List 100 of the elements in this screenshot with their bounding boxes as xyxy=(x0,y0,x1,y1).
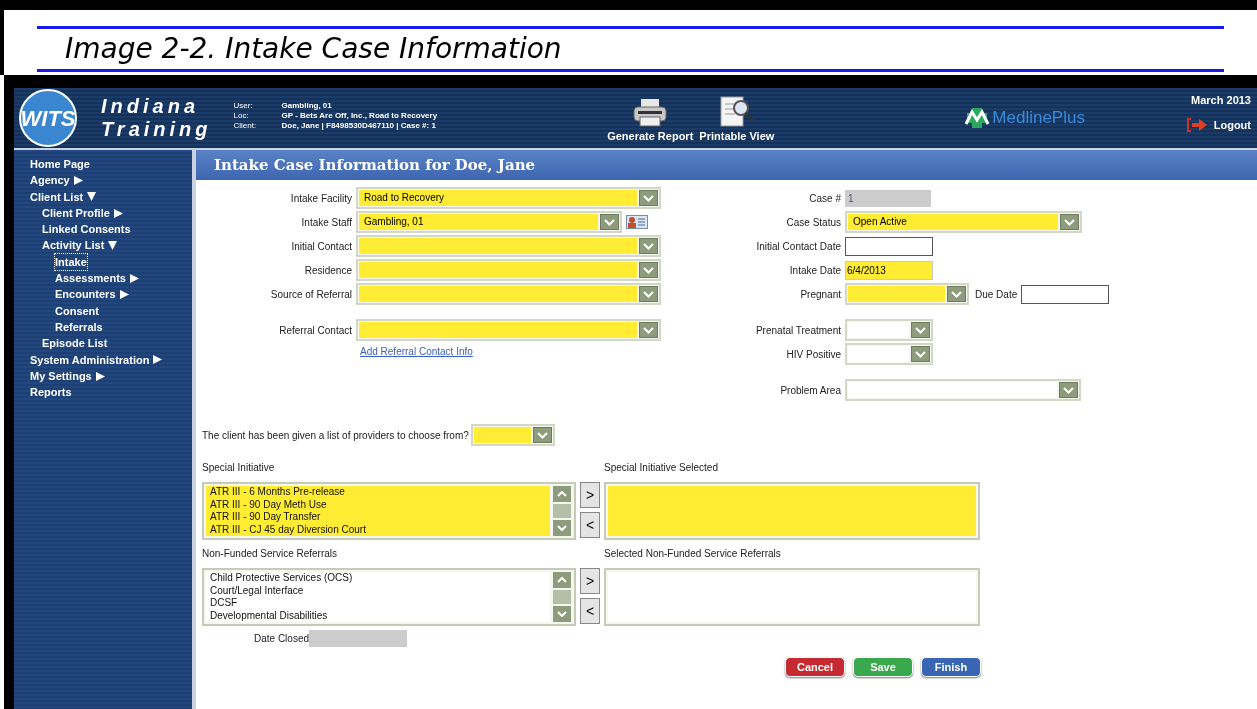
chevron-up-icon xyxy=(557,491,567,497)
sidebar-item[interactable]: System Administration xyxy=(30,351,150,368)
scroll-down-button[interactable] xyxy=(553,520,571,536)
sidebar-item[interactable]: Activity List xyxy=(42,237,105,254)
option-list[interactable]: Child Protective Services (OCS) Court/Legal Interface DCSF Developmental Disabilities xyxy=(202,568,576,626)
sidebar-item[interactable]: Home Page xyxy=(30,156,90,173)
action-button[interactable]: Finish xyxy=(921,657,981,677)
chevron-down-icon xyxy=(643,242,654,250)
date-field[interactable] xyxy=(1021,284,1110,304)
chevron-down-icon xyxy=(915,350,926,358)
scroll-thumb[interactable] xyxy=(553,590,571,604)
triangle-right-icon[interactable] xyxy=(119,290,129,299)
add-contact-link[interactable]: Add Referral Contact Info xyxy=(360,346,473,357)
list-option[interactable]: Court/Legal Interface xyxy=(206,584,550,597)
sidebar-item[interactable]: Agency xyxy=(30,172,70,189)
sidebar-item[interactable]: Assessments xyxy=(55,270,126,287)
field-label: Residence xyxy=(304,263,352,278)
contact-card-icon[interactable] xyxy=(626,215,648,229)
dropdown[interactable] xyxy=(356,235,661,257)
chevron-down-icon xyxy=(643,290,654,298)
chevron-down-icon xyxy=(604,218,615,226)
list-option[interactable]: ATR III - CJ 45 day Diversion Court xyxy=(206,523,550,536)
list-option[interactable]: DCSF xyxy=(206,597,550,610)
printable-view-button[interactable]: Printable View xyxy=(699,95,775,144)
chevron-down-icon xyxy=(536,431,548,439)
dropdown[interactable] xyxy=(356,319,661,341)
field-label: Initial Contact xyxy=(291,239,352,254)
triangle-right-icon[interactable] xyxy=(113,208,123,218)
field-label: Case # xyxy=(809,191,841,206)
dropdown[interactable] xyxy=(845,343,933,365)
chevron-up-icon xyxy=(557,577,567,583)
triangle-right-icon[interactable] xyxy=(95,371,105,381)
dropdown[interactable]: Road to Recovery xyxy=(356,187,661,209)
move-left-button[interactable]: < xyxy=(580,512,600,538)
field-label: Source of Referral xyxy=(270,287,352,302)
chevron-down-icon xyxy=(1064,218,1075,226)
list-option[interactable]: ATR III - 6 Months Pre-release xyxy=(206,486,550,499)
move-left-button[interactable]: < xyxy=(580,598,600,624)
magnifier-document-icon xyxy=(718,95,755,128)
logout-button[interactable]: Logout xyxy=(1185,116,1251,133)
date-field[interactable] xyxy=(845,236,933,256)
field-label: Intake Facility xyxy=(290,191,352,206)
chevron-down-icon xyxy=(643,326,654,334)
dropdown[interactable] xyxy=(845,283,969,305)
sidebar-item[interactable]: Encounters xyxy=(55,286,116,303)
triangle-right-icon[interactable] xyxy=(73,175,83,185)
list-label: Selected Non-Funded Service Referrals xyxy=(604,547,781,561)
list-option[interactable]: ATR III - 90 Day Meth Use xyxy=(206,498,550,511)
scroll-thumb[interactable] xyxy=(553,504,571,518)
list-option[interactable]: Developmental Disabilities xyxy=(206,609,550,622)
sidebar-item[interactable]: Linked Consents xyxy=(42,221,131,238)
sidebar-item[interactable]: My Settings xyxy=(30,367,92,385)
readonly-field: 1 xyxy=(845,189,931,207)
chevron-down-icon xyxy=(643,266,654,274)
field-label: Due Date xyxy=(975,287,1018,302)
medical-cross-logo-icon xyxy=(964,108,991,128)
move-right-button[interactable]: > xyxy=(580,482,600,508)
field-label: Case Status xyxy=(786,215,841,230)
sidebar-item[interactable]: Client List xyxy=(30,188,84,205)
info-value: Gambling, 01 xyxy=(281,101,333,111)
triangle-down-icon[interactable] xyxy=(108,241,118,251)
partner-logo-text: MedlinePlus xyxy=(992,107,1085,130)
field-label: Pregnant xyxy=(800,287,841,302)
list-option[interactable]: ATR III - 90 Day Transfer xyxy=(206,511,550,524)
action-button[interactable]: Cancel xyxy=(785,657,845,677)
list-option[interactable]: Child Protective Services (OCS) xyxy=(206,572,550,585)
info-label: Client: xyxy=(233,121,258,131)
chevron-down-icon xyxy=(557,525,567,531)
scroll-down-button[interactable] xyxy=(553,606,571,622)
scroll-up-button[interactable] xyxy=(553,486,571,502)
sidebar-item[interactable]: Client Profile xyxy=(42,204,110,222)
dropdown[interactable] xyxy=(470,424,555,446)
triangle-right-icon[interactable] xyxy=(153,355,163,365)
chevron-down-icon xyxy=(951,290,962,298)
field-label: Date Closed xyxy=(254,632,310,646)
triangle-down-icon[interactable] xyxy=(87,192,97,202)
sidebar-item[interactable]: Reports xyxy=(30,384,72,401)
triangle-right-icon[interactable] xyxy=(129,273,139,283)
option-list[interactable]: ATR III - 6 Months Pre-release ATR III - 90 Day Meth Use ATR III - 90 Day Transfer ATR III - CJ 45 day Diversion Court xyxy=(202,482,576,540)
date-field[interactable]: 6/4/2013 xyxy=(845,260,933,280)
sidebar-item[interactable]: Episode List xyxy=(42,335,108,352)
page-title-bar: Intake Case Information for Doe, Jane xyxy=(196,150,1257,180)
sidebar-item[interactable]: Referrals xyxy=(55,318,103,336)
app-name-text: Training xyxy=(101,118,212,141)
question-label: The client has been given a list of providers to choose from? xyxy=(202,428,469,443)
sidebar-item[interactable]: Intake xyxy=(55,253,87,271)
field-label: Referral Contact xyxy=(279,323,352,338)
dropdown[interactable] xyxy=(356,283,661,305)
scroll-up-button[interactable] xyxy=(553,572,571,588)
field-label: Problem Area xyxy=(780,383,841,398)
move-right-button[interactable]: > xyxy=(580,568,600,594)
sidebar-item[interactable]: Consent xyxy=(55,302,99,319)
dropdown[interactable]: Open Active xyxy=(845,211,1082,233)
dropdown[interactable] xyxy=(845,319,933,341)
list-label: Special Initiative Selected xyxy=(604,461,718,475)
dropdown[interactable]: Gambling, 01 xyxy=(356,211,622,233)
logo-badge: WITS xyxy=(19,89,77,147)
dropdown[interactable] xyxy=(356,259,661,281)
generate-report-button[interactable]: Generate Report xyxy=(607,97,694,144)
dropdown[interactable] xyxy=(845,379,1081,401)
